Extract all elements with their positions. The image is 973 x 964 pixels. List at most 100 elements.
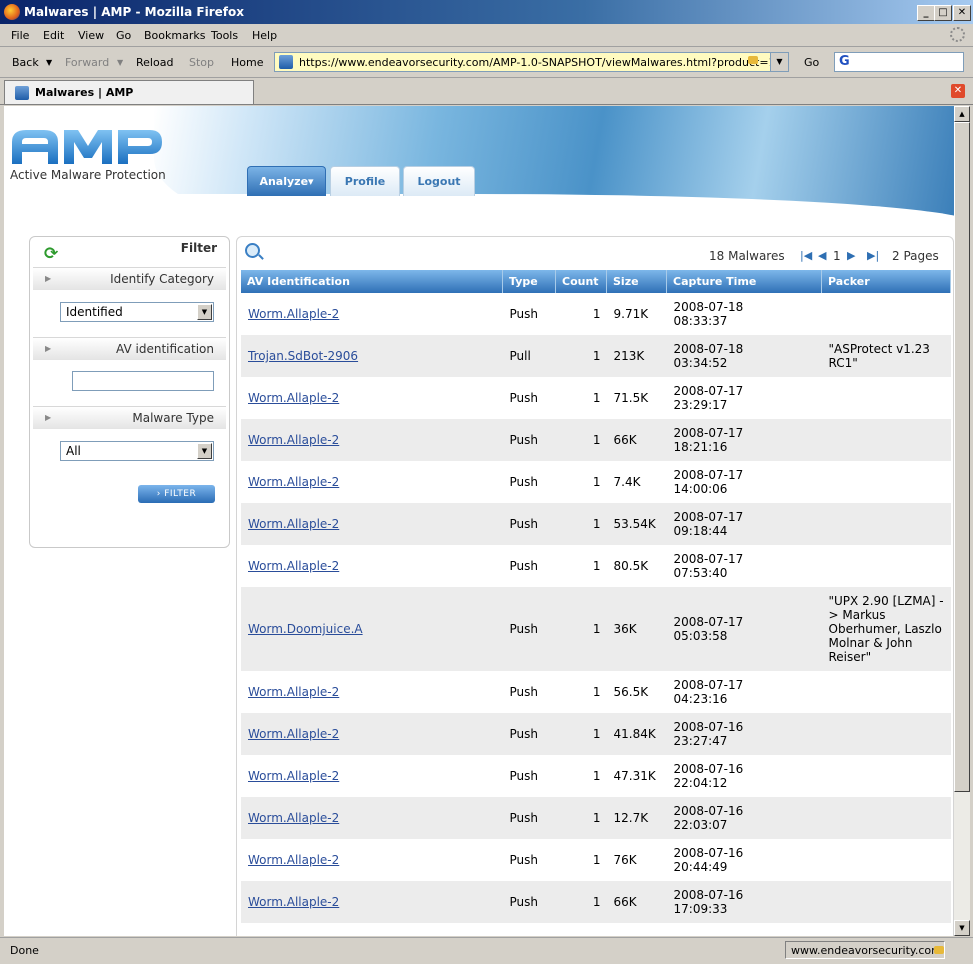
capture-time-cell: 2008-07-16 17:09:33 <box>666 881 822 923</box>
scroll-up-icon[interactable]: ▲ <box>954 106 970 122</box>
home-button[interactable]: Home <box>231 56 263 69</box>
capture-date: 2008-07-16 <box>673 804 744 818</box>
malware-link[interactable]: Worm.Allaple-2 <box>248 307 339 321</box>
malware-link[interactable]: Worm.Allaple-2 <box>248 853 339 867</box>
col-av-identification[interactable]: AV Identification <box>241 270 503 293</box>
table-row[interactable]: Worm.Allaple-2 Push 1 7.4K 2008-07-17 14:00:0… <box>241 461 951 503</box>
url-dropdown-icon[interactable]: ▼ <box>770 53 788 71</box>
menu-go[interactable]: Go <box>116 29 131 42</box>
menu-edit[interactable]: Edit <box>43 29 64 42</box>
last-page-icon[interactable]: ▶| <box>867 249 879 262</box>
av-identification-cell: Worm.Allaple-2 <box>241 377 503 419</box>
malware-link[interactable]: Worm.Allaple-2 <box>248 727 339 741</box>
lock-icon[interactable] <box>748 56 758 64</box>
malware-link[interactable]: Worm.Allaple-2 <box>248 769 339 783</box>
tab-logout[interactable]: Logout <box>403 166 475 196</box>
menu-view[interactable]: View <box>78 29 104 42</box>
section-identify-category[interactable]: ▶ Identify Category <box>33 267 226 290</box>
table-row[interactable]: Worm.Allaple-2 Push 1 41.84K 2008-07-16 23:27… <box>241 713 951 755</box>
stop-button[interactable]: Stop <box>189 56 214 69</box>
av-identification-cell: Worm.Allaple-2 <box>241 545 503 587</box>
malware-link[interactable]: Worm.Allaple-2 <box>248 559 339 573</box>
minimize-button[interactable]: _ <box>917 5 935 21</box>
prev-page-icon[interactable]: ◀ <box>818 249 826 262</box>
section-av-identification[interactable]: ▶ AV identification <box>33 337 226 360</box>
malware-link[interactable]: Worm.Allaple-2 <box>248 895 339 909</box>
malware-link[interactable]: Worm.Allaple-2 <box>248 517 339 531</box>
table-row[interactable]: Worm.Allaple-2 Push 1 80.5K 2008-07-17 07:53:… <box>241 545 951 587</box>
col-capture-time[interactable]: Capture Time <box>666 270 822 293</box>
forward-button[interactable]: Forward <box>65 56 109 69</box>
table-row[interactable]: Worm.Allaple-2 Push 1 76K 2008-07-16 20:44:49 <box>241 839 951 881</box>
close-window-button[interactable]: ✕ <box>953 5 971 21</box>
col-count[interactable]: Count <box>555 270 607 293</box>
malware-link[interactable]: Worm.Allaple-2 <box>248 685 339 699</box>
close-tab-icon[interactable]: ✕ <box>951 84 965 98</box>
category-select[interactable]: Identified ▼ <box>60 302 214 322</box>
scroll-down-icon[interactable]: ▼ <box>954 920 970 936</box>
back-button[interactable]: Back <box>12 56 39 69</box>
page-total: 2 Pages <box>892 249 939 263</box>
go-button[interactable]: Go <box>804 56 819 69</box>
url-bar[interactable]: https://www.endeavorsecurity.com/AMP-1.0… <box>274 52 789 72</box>
tab-analyze[interactable]: Analyze▾ <box>247 166 326 196</box>
vertical-scrollbar[interactable]: ▲ ▼ <box>954 106 970 936</box>
table-row[interactable]: Worm.Doomjuice.A Push 1 36K 2008-07-17 05:03:… <box>241 587 951 671</box>
malware-link[interactable]: Trojan.SdBot-2906 <box>248 349 358 363</box>
search-icon[interactable] <box>245 243 260 258</box>
maximize-button[interactable]: □ <box>934 5 952 21</box>
filter-button[interactable]: › FILTER <box>138 485 215 503</box>
table-row[interactable]: Trojan.SdBot-2906 Pull 1 213K 2008-07-18 03:3… <box>241 335 951 377</box>
capture-clock: 20:44:49 <box>673 860 728 874</box>
table-row[interactable]: Worm.Allaple-2 Push 1 71.5K 2008-07-17 23:29:… <box>241 377 951 419</box>
col-packer[interactable]: Packer <box>821 270 951 293</box>
url-text[interactable]: https://www.endeavorsecurity.com/AMP-1.0… <box>299 56 776 69</box>
reload-button[interactable]: Reload <box>136 56 173 69</box>
table-row[interactable]: Worm.Allaple-2 Push 1 53.54K 2008-07-17 09:18… <box>241 503 951 545</box>
menu-bar: File Edit View Go Bookmarks Tools Help <box>0 24 973 47</box>
table-row[interactable]: Worm.Allaple-2 Push 1 12.7K 2008-07-16 22:03:… <box>241 797 951 839</box>
capture-clock: 18:21:16 <box>673 440 728 454</box>
table-row[interactable]: Worm.Allaple-2 Push 1 9.71K 2008-07-18 08:33:… <box>241 293 951 335</box>
next-page-icon[interactable]: ▶ <box>847 249 855 262</box>
malware-link[interactable]: Worm.Allaple-2 <box>248 811 339 825</box>
menu-bookmarks[interactable]: Bookmarks <box>144 29 205 42</box>
tab-profile[interactable]: Profile <box>330 166 400 196</box>
capture-date: 2008-07-17 <box>673 552 744 566</box>
firefox-icon <box>4 4 20 20</box>
chevron-down-icon[interactable]: ▼ <box>197 304 212 320</box>
malware-link[interactable]: Worm.Doomjuice.A <box>248 622 363 636</box>
table-row[interactable]: Worm.Allaple-2 Push 1 66K 2008-07-17 18:21:16 <box>241 419 951 461</box>
section-malware-type[interactable]: ▶ Malware Type <box>33 406 226 429</box>
table-row[interactable]: Worm.Allaple-2 Push 1 66K 2008-07-16 17:09:33 <box>241 881 951 923</box>
col-size[interactable]: Size <box>606 270 667 293</box>
tab-favicon-icon <box>15 86 29 100</box>
table-row[interactable]: Worm.Allaple-2 Push 1 47.31K 2008-07-16 22:04… <box>241 755 951 797</box>
menu-help[interactable]: Help <box>252 29 277 42</box>
scroll-thumb[interactable] <box>954 122 970 792</box>
google-icon[interactable]: G <box>839 54 850 69</box>
menu-file[interactable]: File <box>11 29 29 42</box>
tab-malwares[interactable]: Malwares | AMP <box>4 80 254 104</box>
malware-link[interactable]: Worm.Allaple-2 <box>248 433 339 447</box>
capture-time-cell: 2008-07-16 22:04:12 <box>667 755 822 797</box>
refresh-icon[interactable]: ⟳ <box>44 244 58 264</box>
menu-tools[interactable]: Tools <box>211 29 238 42</box>
malware-link[interactable]: Worm.Allaple-2 <box>248 391 339 405</box>
table-body: Worm.Allaple-2 Push 1 9.71K 2008-07-18 08:33:… <box>241 293 951 923</box>
first-page-icon[interactable]: |◀ <box>800 249 812 262</box>
count-cell: 1 <box>555 713 607 755</box>
size-cell: 76K <box>613 853 637 867</box>
table-row[interactable]: Worm.Allaple-2 Push 1 56.5K 2008-07-17 04:23:… <box>241 671 951 713</box>
col-type[interactable]: Type <box>502 270 556 293</box>
malware-link[interactable]: Worm.Allaple-2 <box>248 475 339 489</box>
search-input[interactable]: G <box>834 52 964 72</box>
lock-icon[interactable] <box>934 946 944 954</box>
malware-type-select[interactable]: All ▼ <box>60 441 214 461</box>
forward-dropdown-icon[interactable]: ▼ <box>117 58 123 67</box>
av-identification-input[interactable] <box>72 371 214 391</box>
capture-date: 2008-07-16 <box>673 846 744 860</box>
back-dropdown-icon[interactable]: ▼ <box>46 58 52 67</box>
window-title-bar: Malwares | AMP - Mozilla Firefox _ □ ✕ <box>0 0 973 24</box>
chevron-down-icon[interactable]: ▼ <box>197 443 212 459</box>
